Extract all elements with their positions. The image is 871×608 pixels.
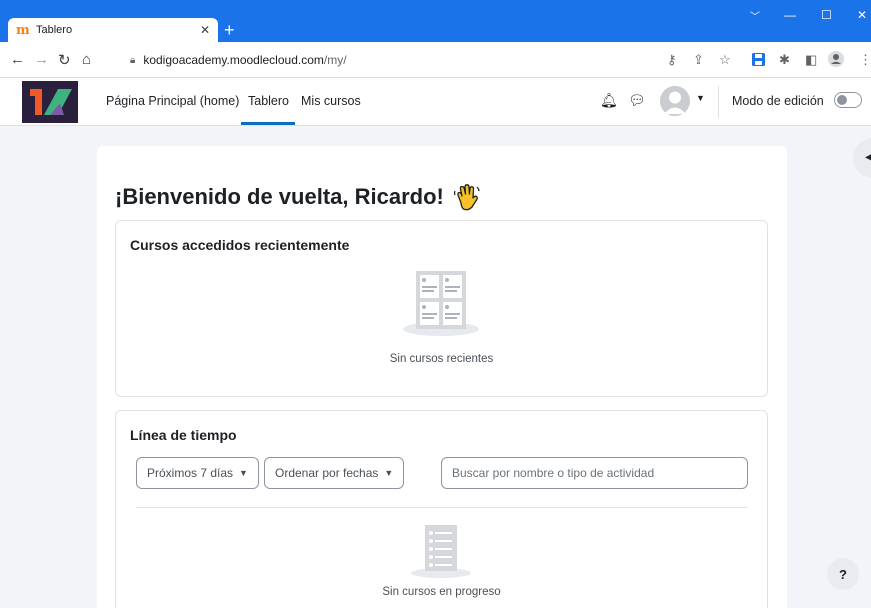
moodle-navbar: Página Principal (home) Tablero Mis curs… (0, 78, 871, 126)
no-recent-courses-text: Sin cursos recientes (389, 353, 494, 365)
activity-search-input[interactable] (441, 457, 748, 489)
chevron-down-icon: ▼ (239, 468, 248, 478)
new-tab-button[interactable]: + (224, 20, 235, 40)
active-tab-indicator (241, 122, 295, 125)
timeline-separator (136, 507, 748, 508)
days-filter-dropdown[interactable]: Próximos 7 días ▼ (136, 457, 259, 489)
main-region: ¡Bienvenido de vuelta, Ricardo! Cursos a… (97, 146, 787, 608)
chevron-down-icon[interactable]: ﹀ (750, 8, 760, 23)
notifications-bell-icon[interactable]: 🔔︎ (600, 92, 618, 109)
user-menu-chevron-icon[interactable]: ▼ (696, 93, 705, 103)
extensions-puzzle-icon[interactable]: ✱ (779, 52, 790, 68)
close-window-button[interactable]: ✕ (857, 8, 867, 22)
edit-mode-label: Modo de edición (732, 94, 824, 108)
url-path: /my/ (323, 53, 347, 67)
maximize-button[interactable]: ☐ (821, 8, 832, 22)
browser-tab-active[interactable]: m Tablero ✕ (8, 18, 218, 42)
user-avatar-icon (660, 86, 690, 116)
messages-chat-icon[interactable]: 💬︎ (628, 92, 646, 109)
lock-icon: 🔒︎ (130, 54, 136, 66)
nav-link-home[interactable]: Página Principal (home) (106, 94, 239, 108)
page-title: ¡Bienvenido de vuelta, Ricardo! (115, 182, 482, 212)
waving-hand-icon (453, 184, 480, 211)
home-icon[interactable]: ⌂ (82, 51, 91, 68)
recent-courses-card: Cursos accedidos recientemente Sin curso… (115, 220, 768, 397)
courses-empty-icon (403, 271, 479, 336)
timeline-empty-icon (411, 525, 471, 578)
nav-link-my-courses[interactable]: Mis cursos (301, 94, 361, 108)
no-courses-in-progress-text: Sin cursos en progreso (382, 586, 501, 598)
timeline-card: Línea de tiempo Próximos 7 días ▼ Ordena… (115, 410, 768, 608)
welcome-heading: ¡Bienvenido de vuelta, Ricardo! (115, 184, 444, 209)
toggle-knob (837, 95, 847, 105)
recent-courses-title: Cursos accedidos recientemente (130, 237, 350, 253)
nav-divider (718, 86, 719, 118)
nav-link-dashboard[interactable]: Tablero (248, 94, 289, 108)
help-button[interactable]: ? (827, 558, 859, 590)
kodigo-logo[interactable] (22, 81, 78, 123)
block-drawer-toggle[interactable]: ◀ (853, 138, 871, 178)
chevron-down-icon: ▼ (384, 468, 394, 478)
minimize-button[interactable]: — (784, 8, 796, 22)
url-field[interactable]: 🔒︎ kodigoacademy.moodlecloud.com /my/ (124, 47, 664, 73)
share-icon[interactable]: ⇪ (693, 52, 704, 68)
forward-arrow-icon[interactable]: → (34, 51, 49, 68)
days-filter-label: Próximos 7 días (147, 466, 234, 480)
user-avatar[interactable] (660, 86, 690, 116)
browser-address-bar: ← → ↻ ⌂ 🔒︎ kodigoacademy.moodlecloud.com… (0, 42, 871, 78)
moodle-favicon-icon: m (16, 22, 30, 38)
menu-dots-icon[interactable]: ⋮ (859, 52, 871, 68)
tab-close-icon[interactable]: ✕ (200, 23, 210, 37)
kodigo-logo-icon (22, 81, 78, 123)
back-arrow-icon[interactable]: ← (10, 51, 25, 68)
sort-label: Ordenar por fechas (275, 466, 379, 480)
reload-icon[interactable]: ↻ (58, 51, 71, 69)
sort-dropdown[interactable]: Ordenar por fechas ▼ (264, 457, 405, 489)
url-host: kodigoacademy.moodlecloud.com (143, 53, 324, 67)
tab-title: Tablero (36, 24, 73, 36)
chevron-left-icon: ◀ (865, 148, 871, 164)
key-icon[interactable]: ⚷ (667, 52, 677, 68)
browser-tab-bar: m Tablero ✕ + ﹀ — ☐ ✕ (0, 0, 871, 42)
edit-mode-toggle[interactable] (834, 92, 862, 108)
timeline-title: Línea de tiempo (130, 427, 237, 443)
side-panel-icon[interactable]: ◧ (805, 52, 817, 68)
profile-icon[interactable] (828, 51, 844, 67)
save-extension-icon[interactable] (752, 53, 765, 66)
star-icon[interactable]: ☆ (719, 52, 731, 68)
